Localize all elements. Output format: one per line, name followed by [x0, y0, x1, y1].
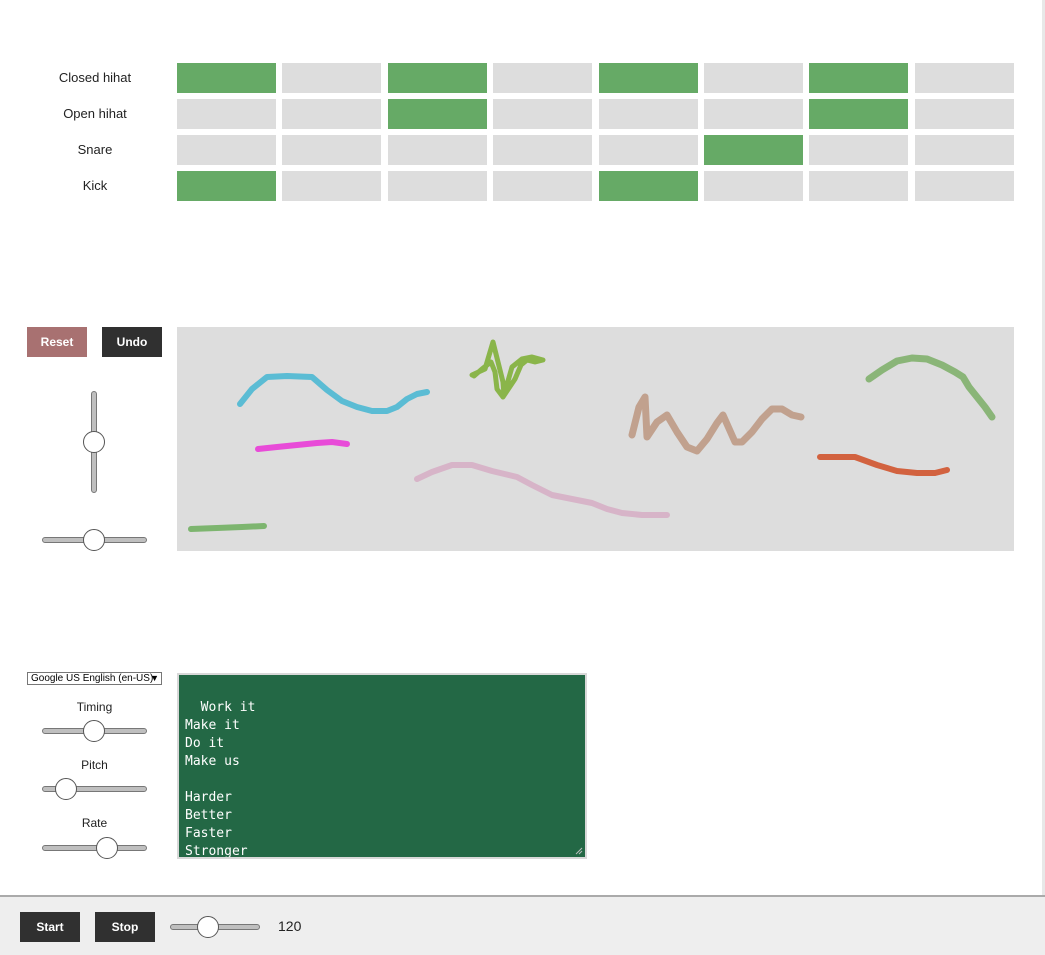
- sequencer-step[interactable]: [282, 171, 381, 201]
- stroke-pink: [414, 462, 670, 518]
- pitch-slider-thumb[interactable]: [55, 778, 77, 800]
- stroke-olive-zigzag: [469, 339, 546, 400]
- rate-slider-thumb[interactable]: [96, 837, 118, 859]
- stroke-brown-zigzag: [628, 393, 805, 455]
- pitch-label: Pitch: [81, 758, 108, 772]
- stroke-magenta: [255, 439, 350, 452]
- drawing-strokes: [188, 339, 996, 532]
- rate-slider[interactable]: [42, 845, 147, 851]
- voice-select-value: Google US English (en-US): [31, 673, 154, 684]
- sequencer-step[interactable]: [915, 135, 1014, 165]
- voice-select[interactable]: Google US English (en-US) ▼: [27, 672, 162, 685]
- tempo-slider-thumb[interactable]: [197, 916, 219, 938]
- stroke-green-arc: [865, 354, 996, 421]
- sequencer-step[interactable]: [388, 99, 487, 129]
- sequencer-step[interactable]: [493, 171, 592, 201]
- sequencer-step[interactable]: [809, 135, 908, 165]
- sequencer-step[interactable]: [704, 63, 803, 93]
- sequencer-step[interactable]: [809, 63, 908, 93]
- sequencer-step[interactable]: [599, 135, 698, 165]
- stroke-blue: [237, 373, 430, 414]
- sequencer-step[interactable]: [493, 135, 592, 165]
- sequencer-step[interactable]: [915, 63, 1014, 93]
- draw-horizontal-slider-thumb[interactable]: [83, 529, 105, 551]
- sequencer-step[interactable]: [915, 99, 1014, 129]
- sequencer-step[interactable]: [388, 171, 487, 201]
- sequencer-step[interactable]: [493, 99, 592, 129]
- rate-label: Rate: [81, 816, 108, 830]
- sequencer-step[interactable]: [599, 99, 698, 129]
- sequencer-step[interactable]: [599, 63, 698, 93]
- sequencer-row-label: Open hihat: [63, 106, 127, 121]
- undo-button[interactable]: Undo: [102, 327, 162, 357]
- sequencer-step[interactable]: [599, 171, 698, 201]
- timing-slider-thumb[interactable]: [83, 720, 105, 742]
- sequencer-row-label: Snare: [77, 142, 113, 157]
- sequencer-step[interactable]: [704, 171, 803, 201]
- stroke-green-bottom: [188, 523, 267, 532]
- sequencer-step[interactable]: [704, 135, 803, 165]
- sequencer-step[interactable]: [388, 135, 487, 165]
- sequencer-step[interactable]: [282, 63, 381, 93]
- dropdown-arrow-icon: ▼: [150, 673, 159, 683]
- sequencer-step[interactable]: [915, 171, 1014, 201]
- sequencer-row-label: Closed hihat: [58, 70, 132, 85]
- stroke-orange: [817, 454, 950, 476]
- sequencer-step[interactable]: [704, 99, 803, 129]
- lyrics-textarea[interactable]: Work it Make it Do it Make us Harder Bet…: [177, 673, 587, 859]
- sequencer-step[interactable]: [177, 135, 276, 165]
- sequencer-step[interactable]: [177, 171, 276, 201]
- resize-grip-icon[interactable]: [575, 847, 583, 855]
- sequencer-step[interactable]: [809, 99, 908, 129]
- timing-label: Timing: [76, 700, 113, 714]
- sequencer-step[interactable]: [809, 171, 908, 201]
- drawing-canvas[interactable]: [177, 327, 1014, 551]
- draw-vertical-slider-thumb[interactable]: [83, 431, 105, 453]
- sequencer-step[interactable]: [282, 135, 381, 165]
- sequencer-step[interactable]: [282, 99, 381, 129]
- sequencer-step[interactable]: [493, 63, 592, 93]
- tempo-value: 120: [278, 918, 302, 934]
- start-button[interactable]: Start: [20, 912, 80, 942]
- stop-button[interactable]: Stop: [95, 912, 155, 942]
- sequencer-step[interactable]: [177, 63, 276, 93]
- reset-button[interactable]: Reset: [27, 327, 87, 357]
- transport-bar: Start Stop 120: [0, 895, 1045, 955]
- lyrics-text: Work it Make it Do it Make us Harder Bet…: [185, 700, 256, 859]
- sequencer-step[interactable]: [388, 63, 487, 93]
- sequencer-row-label: Kick: [82, 178, 108, 193]
- sequencer-step[interactable]: [177, 99, 276, 129]
